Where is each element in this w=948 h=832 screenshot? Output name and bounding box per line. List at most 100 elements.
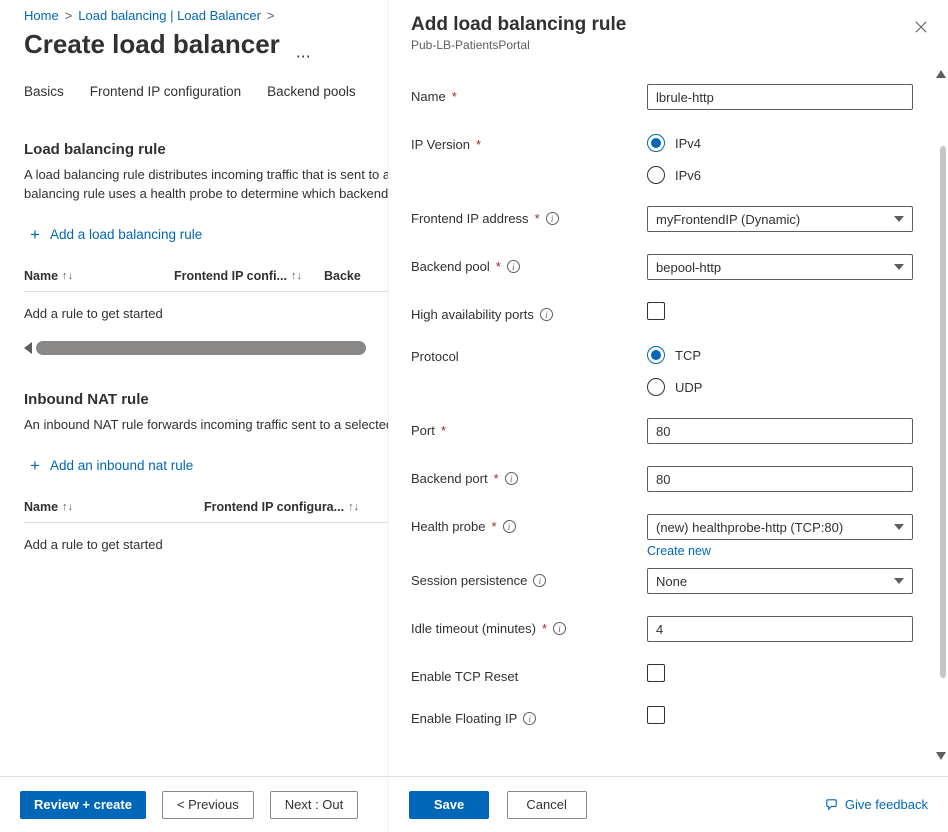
col-backend-label: Backe <box>324 269 361 283</box>
radio-icon <box>647 134 665 152</box>
info-icon[interactable]: i <box>546 212 559 225</box>
sort-icon: ↑↓ <box>62 270 73 282</box>
radio-label: IPv6 <box>675 168 701 183</box>
info-icon[interactable]: i <box>540 308 553 321</box>
label-name: Name* <box>411 84 647 104</box>
close-icon[interactable] <box>914 20 930 36</box>
frontend-ip-select[interactable]: myFrontendIP (Dynamic) <box>647 206 913 232</box>
col-frontend-label: Frontend IP configura... <box>204 500 344 514</box>
info-icon[interactable]: i <box>507 260 520 273</box>
ha-ports-checkbox[interactable] <box>647 302 665 320</box>
select-value: (new) healthprobe-http (TCP:80) <box>656 520 843 535</box>
radio-ipv4[interactable]: IPv4 <box>647 134 928 152</box>
scroll-thumb[interactable] <box>940 146 946 678</box>
review-create-button[interactable]: Review + create <box>20 791 146 819</box>
radio-label: TCP <box>675 348 701 363</box>
tab-frontend-ip[interactable]: Frontend IP configuration <box>90 84 241 107</box>
label-protocol: Protocol <box>411 344 647 364</box>
col-name-label: Name <box>24 269 58 283</box>
label-tcp-reset: Enable TCP Reset <box>411 664 647 684</box>
name-input[interactable] <box>647 84 913 110</box>
label-backend-port: Backend port* i <box>411 466 647 486</box>
backend-port-input[interactable] <box>647 466 913 492</box>
radio-tcp[interactable]: TCP <box>647 346 928 364</box>
idle-timeout-input[interactable] <box>647 616 913 642</box>
label-ip-version: IP Version* <box>411 132 647 152</box>
add-nat-rule-label: Add an inbound nat rule <box>50 458 193 473</box>
tab-basics[interactable]: Basics <box>24 84 64 107</box>
plus-icon: + <box>30 457 40 474</box>
backend-pool-select[interactable]: bepool-http <box>647 254 913 280</box>
select-value: myFrontendIP (Dynamic) <box>656 212 800 227</box>
chevron-down-icon <box>894 264 904 270</box>
label-port: Port* <box>411 418 647 438</box>
col-name-label: Name <box>24 500 58 514</box>
info-icon[interactable]: i <box>553 622 566 635</box>
col-backend[interactable]: Backe <box>324 261 361 291</box>
info-icon[interactable]: i <box>523 712 536 725</box>
feedback-label: Give feedback <box>845 797 928 812</box>
port-input[interactable] <box>647 418 913 444</box>
blade-scrollbar[interactable] <box>936 70 946 760</box>
label-floating-ip: Enable Floating IP i <box>411 706 647 726</box>
select-value: None <box>656 574 687 589</box>
chevron-down-icon <box>894 578 904 584</box>
session-persistence-select[interactable]: None <box>647 568 913 594</box>
sort-icon: ↑↓ <box>62 501 73 513</box>
col-name[interactable]: Name ↑↓ <box>24 261 174 291</box>
tcp-reset-checkbox[interactable] <box>647 664 665 682</box>
label-session-persistence: Session persistence i <box>411 568 647 588</box>
label-ha-ports: High availability ports i <box>411 302 647 322</box>
tab-backend-pools[interactable]: Backend pools <box>267 84 356 107</box>
breadcrumb-home[interactable]: Home <box>24 8 59 23</box>
feedback-icon <box>824 797 839 812</box>
floating-ip-checkbox[interactable] <box>647 706 665 724</box>
label-backend-pool: Backend pool* i <box>411 254 647 274</box>
scroll-left-icon[interactable] <box>24 342 32 354</box>
add-lb-rule-blade: Add load balancing rule Pub-LB-PatientsP… <box>388 0 948 832</box>
add-nat-rule-button[interactable]: + Add an inbound nat rule <box>24 449 199 482</box>
label-frontend-ip: Frontend IP address* i <box>411 206 647 226</box>
save-button[interactable]: Save <box>409 791 489 819</box>
next-button[interactable]: Next : Out <box>270 791 359 819</box>
col-frontend[interactable]: Frontend IP configura... ↑↓ <box>204 492 359 522</box>
create-new-probe-link[interactable]: Create new <box>647 544 711 558</box>
chevron-down-icon <box>894 216 904 222</box>
chevron-down-icon <box>894 524 904 530</box>
radio-ipv6[interactable]: IPv6 <box>647 166 928 184</box>
radio-label: UDP <box>675 380 702 395</box>
add-lb-rule-button[interactable]: + Add a load balancing rule <box>24 218 208 251</box>
label-health-probe: Health probe* i <box>411 514 647 534</box>
cancel-button[interactable]: Cancel <box>507 791 587 819</box>
info-icon[interactable]: i <box>533 574 546 587</box>
chevron-right-icon: > <box>65 8 73 23</box>
info-icon[interactable]: i <box>505 472 518 485</box>
add-lb-rule-label: Add a load balancing rule <box>50 227 202 242</box>
breadcrumb-parent[interactable]: Load balancing | Load Balancer <box>78 8 261 23</box>
health-probe-select[interactable]: (new) healthprobe-http (TCP:80) <box>647 514 913 540</box>
scroll-down-icon[interactable] <box>936 752 946 760</box>
give-feedback-link[interactable]: Give feedback <box>824 797 928 812</box>
radio-icon <box>647 346 665 364</box>
sort-icon: ↑↓ <box>291 270 302 282</box>
scroll-thumb[interactable] <box>36 341 366 355</box>
select-value: bepool-http <box>656 260 721 275</box>
radio-icon <box>647 166 665 184</box>
radio-icon <box>647 378 665 396</box>
blade-title: Add load balancing rule <box>411 14 926 36</box>
col-name[interactable]: Name ↑↓ <box>24 492 204 522</box>
previous-button[interactable]: < Previous <box>162 791 254 819</box>
chevron-right-icon: > <box>267 8 275 23</box>
scroll-up-icon[interactable] <box>936 70 946 78</box>
radio-label: IPv4 <box>675 136 701 151</box>
label-idle-timeout: Idle timeout (minutes)* i <box>411 616 647 636</box>
sort-icon: ↑↓ <box>348 501 359 513</box>
info-icon[interactable]: i <box>503 520 516 533</box>
col-frontend[interactable]: Frontend IP confi... ↑↓ <box>174 261 324 291</box>
blade-subtitle: Pub-LB-PatientsPortal <box>411 38 926 52</box>
page-title: Create load balancer <box>24 29 280 60</box>
radio-udp[interactable]: UDP <box>647 378 928 396</box>
plus-icon: + <box>30 226 40 243</box>
more-options-icon[interactable]: ⋯ <box>296 47 312 65</box>
col-frontend-label: Frontend IP confi... <box>174 269 287 283</box>
